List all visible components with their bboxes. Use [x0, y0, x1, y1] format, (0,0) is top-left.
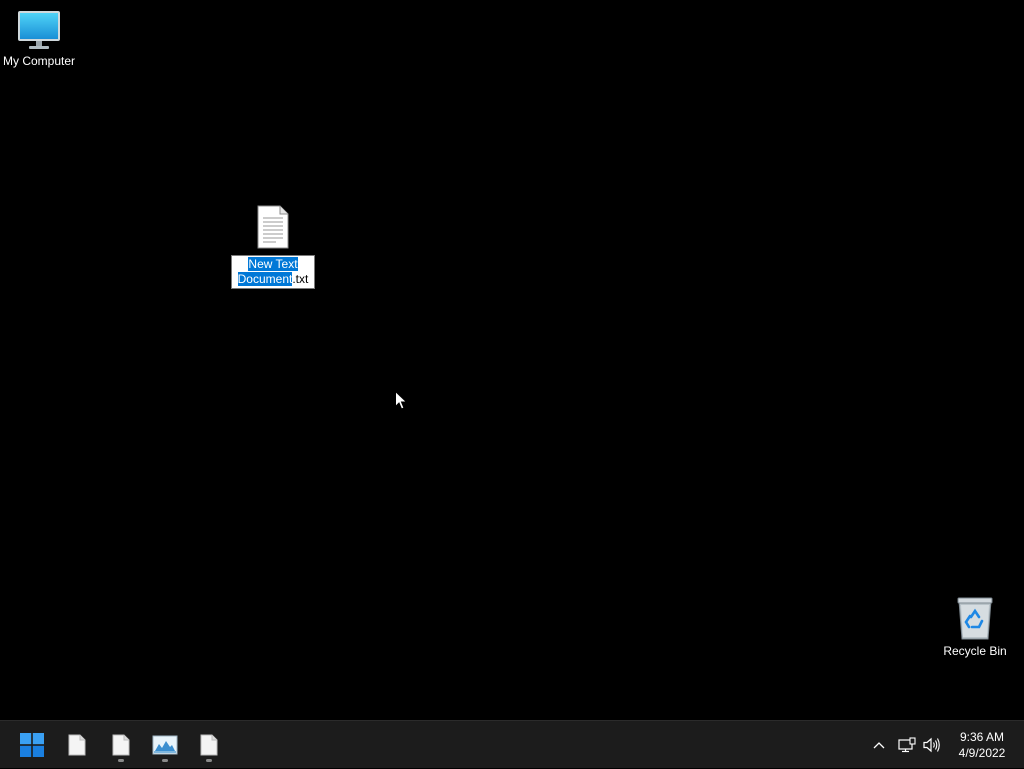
image-viewer-icon — [152, 735, 178, 755]
start-button[interactable] — [12, 725, 52, 765]
my-computer-label: My Computer — [2, 54, 76, 68]
taskbar-clock[interactable]: 9:36 AM 4/9/2022 — [948, 729, 1016, 761]
text-file-desktop-icon[interactable]: New Text Document.txt — [231, 205, 315, 289]
desktop[interactable]: My Computer New Text Document.txt Recycl… — [0, 0, 1024, 720]
document-icon — [200, 734, 218, 756]
mouse-pointer-icon — [395, 391, 407, 410]
selected-name-line2: Document — [237, 272, 293, 286]
document-icon — [68, 734, 86, 756]
network-tray-button[interactable] — [895, 721, 919, 769]
taskbar: 9:36 AM 4/9/2022 — [0, 720, 1024, 768]
volume-tray-button[interactable] — [920, 721, 944, 769]
file-extension: .txt — [292, 272, 309, 286]
volume-icon — [923, 737, 940, 753]
running-indicator — [206, 759, 212, 762]
selected-name-line1: New Text — [248, 257, 298, 271]
taskbar-app-image-viewer[interactable] — [145, 725, 185, 765]
show-hidden-icons-button[interactable] — [868, 721, 890, 769]
clock-date: 4/9/2022 — [958, 746, 1006, 760]
network-icon — [898, 737, 916, 753]
my-computer-desktop-icon[interactable]: My Computer — [0, 10, 79, 69]
running-indicator — [162, 759, 168, 762]
windows-logo-icon — [20, 733, 44, 757]
recycle-bin-icon — [957, 597, 993, 640]
recycle-bin-label: Recycle Bin — [943, 644, 1007, 658]
taskbar-app-document-3[interactable] — [189, 725, 229, 765]
chevron-up-icon — [873, 742, 885, 749]
recycle-bin-desktop-icon[interactable]: Recycle Bin — [935, 596, 1015, 659]
taskbar-app-document-2[interactable] — [101, 725, 141, 765]
clock-time: 9:36 AM — [959, 730, 1005, 744]
text-document-icon — [257, 205, 289, 249]
monitor-icon — [18, 11, 60, 49]
taskbar-app-document-1[interactable] — [57, 725, 97, 765]
document-icon — [112, 734, 130, 756]
file-rename-input[interactable]: New Text Document.txt — [231, 255, 315, 289]
running-indicator — [118, 759, 124, 762]
